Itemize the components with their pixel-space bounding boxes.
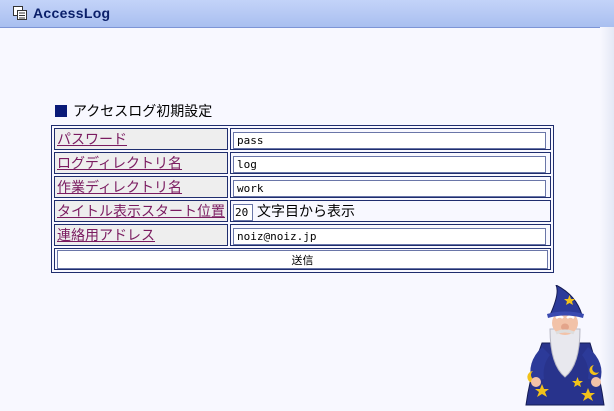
table-row: 連絡用アドレス [54, 224, 551, 246]
password-label-link[interactable]: パスワード [57, 132, 127, 148]
table-row: ログディレクトリ名 [54, 152, 551, 174]
title-start-position-input[interactable] [233, 204, 253, 221]
section-heading: アクセスログ初期設定 [55, 104, 212, 121]
settings-form-table: パスワード ログディレクトリ名 作業ディレクトリ名 タイトル表示スタート位置 文… [51, 125, 554, 273]
table-row: パスワード [54, 128, 551, 150]
window-icon [13, 6, 27, 20]
table-row: 送信 [54, 248, 551, 270]
submit-button[interactable]: 送信 [57, 250, 548, 269]
title-start-position-suffix: 文字目から表示 [257, 204, 355, 220]
title-start-position-label-link[interactable]: タイトル表示スタート位置 [57, 204, 225, 220]
work-directory-input[interactable] [233, 180, 546, 197]
section-heading-text: アクセスログ初期設定 [73, 104, 213, 120]
password-input[interactable] [233, 132, 546, 149]
wizard-assistant-icon[interactable] [520, 285, 610, 409]
app-title: AccessLog [33, 5, 111, 21]
table-row: 作業ディレクトリ名 [54, 176, 551, 198]
log-directory-label-link[interactable]: ログディレクトリ名 [57, 156, 182, 172]
square-bullet-icon [55, 105, 67, 117]
log-directory-input[interactable] [233, 156, 546, 173]
contact-address-input[interactable] [233, 228, 546, 245]
table-row: タイトル表示スタート位置 文字目から表示 [54, 200, 551, 222]
title-bar: AccessLog [0, 0, 614, 28]
contact-address-label-link[interactable]: 連絡用アドレス [57, 228, 155, 244]
work-directory-label-link[interactable]: 作業ディレクトリ名 [57, 180, 182, 196]
